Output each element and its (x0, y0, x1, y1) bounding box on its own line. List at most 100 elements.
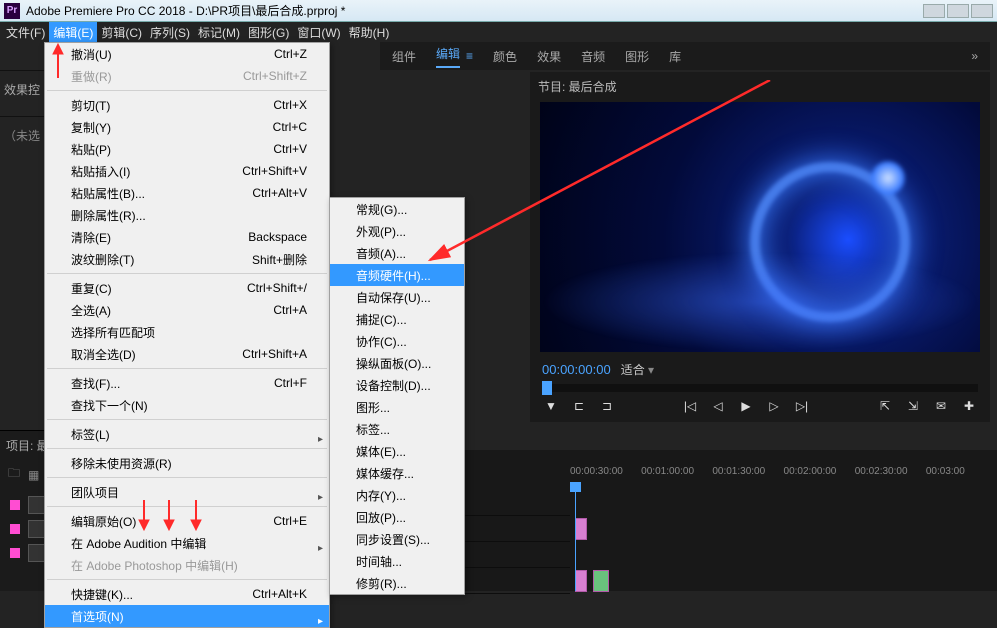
menu-标记(M)[interactable]: 标记(M) (194, 22, 244, 43)
menu-item[interactable]: 选择所有匹配项 (45, 321, 329, 343)
menu-item[interactable]: 查找(F)...Ctrl+F (45, 372, 329, 394)
mark-in-button[interactable]: ⊏ (570, 399, 588, 413)
submenu-item[interactable]: 时间轴... (330, 550, 464, 572)
menu-item[interactable]: 复制(Y)Ctrl+C (45, 116, 329, 138)
submenu-item[interactable]: 内存(Y)... (330, 484, 464, 506)
menu-图形(G)[interactable]: 图形(G) (244, 22, 293, 43)
no-clip-selected: （未选 (0, 116, 45, 154)
menu-item[interactable]: 查找下一个(N) (45, 394, 329, 416)
close-button[interactable] (971, 4, 993, 18)
menu-item[interactable]: 标签(L) (45, 423, 329, 445)
menu-序列(S)[interactable]: 序列(S) (146, 22, 194, 43)
submenu-item[interactable]: 同步设置(S)... (330, 528, 464, 550)
submenu-item[interactable]: 回放(P)... (330, 506, 464, 528)
menu-item[interactable]: 粘贴(P)Ctrl+V (45, 138, 329, 160)
extract-button[interactable]: ⇲ (904, 399, 922, 413)
timeline-clips-area[interactable] (575, 490, 997, 591)
workspace-tab-效果[interactable]: 效果 (537, 48, 561, 65)
program-monitor: 节目: 最后合成 00:00:00:00 适合 ▼ ⊏ ⊐ |◁ ◁ ▶ ▷ ▷… (530, 72, 990, 422)
menu-item[interactable]: 剪切(T)Ctrl+X (45, 94, 329, 116)
mark-out-button[interactable]: ⊐ (598, 399, 616, 413)
timeline-playhead[interactable] (575, 490, 576, 591)
ruler-tick: 00:02:00:00 (784, 466, 855, 484)
lift-button[interactable]: ⇱ (876, 399, 894, 413)
thumbnail-view-icon[interactable]: ▦ (28, 468, 39, 482)
ruler-tick: 00:01:30:00 (712, 466, 783, 484)
go-to-out-button[interactable]: ▷| (793, 399, 811, 413)
menu-item[interactable]: 清除(E)Backspace (45, 226, 329, 248)
step-back-button[interactable]: ◁ (709, 399, 727, 413)
menu-窗口(W)[interactable]: 窗口(W) (293, 22, 344, 43)
step-forward-button[interactable]: ▷ (765, 399, 783, 413)
menu-item-shortcut: Ctrl+Shift+A (212, 347, 307, 361)
workspace-tab-图形[interactable]: 图形 (625, 48, 649, 65)
submenu-item[interactable]: 设备控制(D)... (330, 374, 464, 396)
go-to-in-button[interactable]: |◁ (681, 399, 699, 413)
menu-item[interactable]: 粘贴插入(I)Ctrl+Shift+V (45, 160, 329, 182)
menu-item-label: 团队项目 (71, 484, 119, 501)
play-button[interactable]: ▶ (737, 399, 755, 413)
menu-item[interactable]: 在 Adobe Audition 中编辑 (45, 532, 329, 554)
workspace-tab-库[interactable]: 库 (669, 48, 681, 65)
submenu-item[interactable]: 图形... (330, 396, 464, 418)
submenu-item[interactable]: 外观(P)... (330, 220, 464, 242)
menu-item[interactable]: 撤消(U)Ctrl+Z (45, 43, 329, 65)
menu-item[interactable]: 全选(A)Ctrl+A (45, 299, 329, 321)
menu-item-shortcut: Shift+删除 (222, 251, 307, 268)
submenu-item[interactable]: 媒体(E)... (330, 440, 464, 462)
menu-item[interactable]: 快捷键(K)...Ctrl+Alt+K (45, 583, 329, 605)
submenu-item[interactable]: 捕捉(C)... (330, 308, 464, 330)
timeline-ruler[interactable]: 00:00:30:0000:01:00:0000:01:30:0000:02:0… (570, 466, 997, 484)
menu-item[interactable]: 删除属性(R)... (45, 204, 329, 226)
maximize-button[interactable] (947, 4, 969, 18)
menu-item-label: 查找下一个(N) (71, 397, 148, 414)
menu-文件(F)[interactable]: 文件(F) (2, 22, 49, 43)
menu-编辑(E)[interactable]: 编辑(E) (49, 22, 97, 43)
menu-item[interactable]: 重复(C)Ctrl+Shift+/ (45, 277, 329, 299)
menu-item-label: 重复(C) (71, 280, 112, 297)
export-frame-button[interactable]: ✉ (932, 399, 950, 413)
workspace-tab-组件[interactable]: 组件 (392, 48, 416, 65)
menu-item[interactable]: 取消全选(D)Ctrl+Shift+A (45, 343, 329, 365)
workspace-tab-编辑[interactable]: 编辑 (436, 45, 460, 68)
submenu-item[interactable]: 操纵面板(O)... (330, 352, 464, 374)
label-swatch (10, 548, 20, 558)
program-transport: ▼ ⊏ ⊐ |◁ ◁ ▶ ▷ ▷| ⇱ ⇲ ✉ ✚ (542, 394, 978, 418)
submenu-item[interactable]: 标签... (330, 418, 464, 440)
submenu-item[interactable]: 常规(G)... (330, 198, 464, 220)
zoom-fit-dropdown[interactable]: 适合 (621, 361, 654, 378)
minimize-button[interactable] (923, 4, 945, 18)
menu-帮助(H)[interactable]: 帮助(H) (345, 22, 394, 43)
program-timecode[interactable]: 00:00:00:00 (542, 362, 611, 377)
button-editor[interactable]: ✚ (960, 399, 978, 413)
workspace-overflow-button[interactable]: » (971, 49, 978, 63)
menu-item[interactable]: 编辑原始(O)Ctrl+E (45, 510, 329, 532)
submenu-item-label: 外观(P)... (356, 223, 406, 240)
submenu-item[interactable]: 自动保存(U)... (330, 286, 464, 308)
effects-control-header: 效果控 (0, 70, 45, 108)
menu-剪辑(C)[interactable]: 剪辑(C) (97, 22, 146, 43)
submenu-item[interactable]: 音频(A)... (330, 242, 464, 264)
program-preview[interactable] (540, 102, 980, 352)
timeline-clip[interactable] (575, 570, 587, 592)
menu-item[interactable]: 首选项(N) (45, 605, 329, 627)
menu-item[interactable]: 粘贴属性(B)...Ctrl+Alt+V (45, 182, 329, 204)
submenu-item[interactable]: 协作(C)... (330, 330, 464, 352)
timeline-clip[interactable] (575, 518, 587, 540)
menu-item[interactable]: 波纹删除(T)Shift+删除 (45, 248, 329, 270)
menu-item-shortcut: Ctrl+V (243, 142, 307, 156)
menu-item[interactable]: 移除未使用资源(R) (45, 452, 329, 474)
submenu-item[interactable]: 媒体缓存... (330, 462, 464, 484)
workspace-tabs: 组件 编辑 ≡ 颜色 效果 音频 图形 库 » (380, 42, 990, 70)
program-scrub-bar[interactable] (542, 384, 978, 392)
menu-item[interactable]: 团队项目 (45, 481, 329, 503)
add-marker-button[interactable]: ▼ (542, 399, 560, 413)
edit-menu-dropdown: 撤消(U)Ctrl+Z重做(R)Ctrl+Shift+Z剪切(T)Ctrl+X复… (44, 42, 330, 628)
bin-icon[interactable]: 🗀 (8, 464, 20, 485)
program-playhead[interactable] (542, 381, 552, 395)
workspace-tab-音频[interactable]: 音频 (581, 48, 605, 65)
workspace-tab-颜色[interactable]: 颜色 (493, 48, 517, 65)
submenu-item[interactable]: 音频硬件(H)... (330, 264, 464, 286)
timeline-clip[interactable] (593, 570, 609, 592)
workspace-tab-menu-icon[interactable]: ≡ (466, 49, 473, 63)
